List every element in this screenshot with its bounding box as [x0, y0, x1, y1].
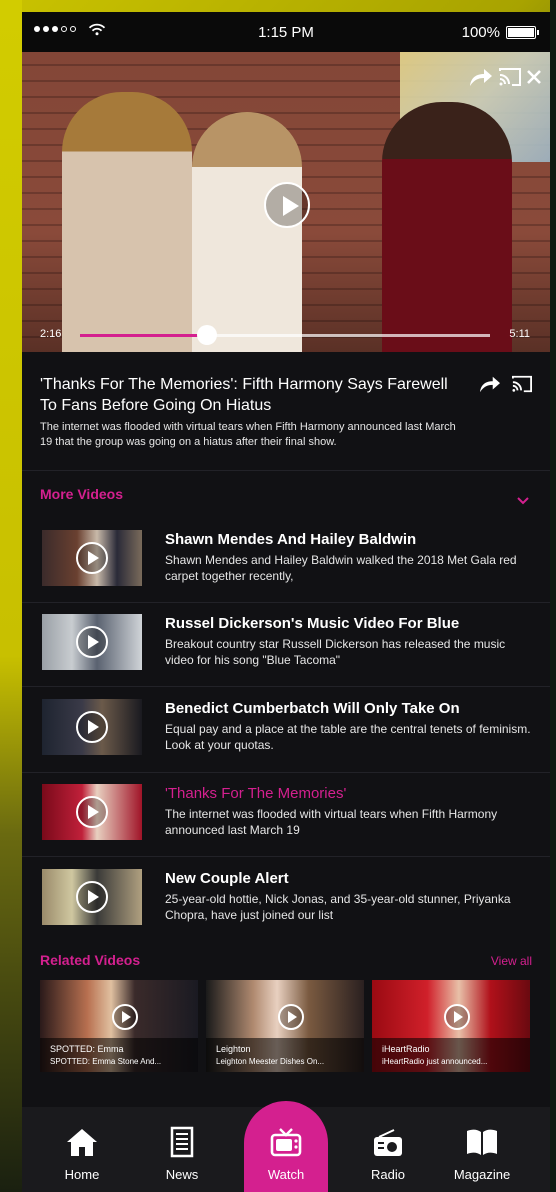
book-icon [467, 1129, 497, 1155]
more-video-description: The internet was flooded with virtual te… [165, 807, 498, 837]
video-thumbnail [42, 614, 142, 670]
more-video-description: 25-year-old hottie, Nick Jonas, and 35-y… [165, 892, 511, 922]
tab-radio[interactable]: Radio [348, 1107, 428, 1192]
tab-bar: Home News Watch Radio Magazine [22, 1101, 550, 1192]
article-cast-icon[interactable] [510, 374, 534, 394]
video-share-button[interactable] [468, 66, 494, 88]
article-description: The internet was flooded with virtual te… [40, 421, 456, 448]
related-video-card[interactable]: iHeartRadio iHeartRadio just announced..… [372, 980, 530, 1072]
divider [22, 470, 550, 471]
related-title: iHeartRadio [382, 1044, 430, 1054]
radio-icon [374, 1129, 402, 1156]
play-icon [278, 1004, 304, 1030]
more-video-item[interactable]: Russel Dickerson's Music Video For Blue … [22, 604, 550, 688]
video-player[interactable]: 2:16 5:11 [22, 52, 550, 352]
more-videos-heading: More Videos [40, 486, 123, 502]
more-video-description: Equal pay and a place at the table are t… [165, 722, 531, 752]
video-progress-bar[interactable] [80, 325, 490, 345]
background-right-strip [550, 0, 556, 1192]
video-progress-fill [80, 334, 208, 337]
more-video-title: Russel Dickerson's Music Video For Blue [165, 615, 460, 632]
video-thumbnail [42, 784, 142, 840]
article-title: 'Thanks For The Memories': Fifth Harmony… [40, 376, 448, 414]
play-icon [76, 626, 108, 658]
more-video-title-active: 'Thanks For The Memories' [165, 785, 347, 802]
status-bar: 1:15 PM 100% [22, 12, 550, 52]
more-video-title: Shawn Mendes And Hailey Baldwin [165, 531, 417, 548]
more-video-description: Shawn Mendes and Hailey Baldwin walked t… [165, 553, 517, 583]
play-icon [112, 1004, 138, 1030]
divider [22, 772, 550, 773]
play-icon [76, 542, 108, 574]
play-icon [76, 881, 108, 913]
tab-label: Watch [267, 1167, 305, 1182]
play-icon [76, 796, 108, 828]
video-close-button[interactable] [524, 66, 544, 88]
related-videos-heading: Related Videos [40, 952, 141, 968]
chevron-down-icon[interactable] [516, 494, 530, 508]
related-video-card[interactable]: SPOTTED: Emma SPOTTED: Emma Stone And... [40, 980, 198, 1072]
battery-percent: 100% [461, 24, 500, 41]
close-icon [527, 70, 541, 84]
video-cast-button[interactable] [498, 66, 522, 88]
tab-label: Magazine [453, 1167, 511, 1182]
video-current-time: 2:16 [40, 328, 62, 340]
video-person [382, 102, 512, 352]
related-subtitle: SPOTTED: Emma Stone And... [50, 1057, 162, 1066]
more-video-item[interactable]: 'Thanks For The Memories' The internet w… [22, 774, 550, 858]
related-subtitle: iHeartRadio just announced... [382, 1057, 488, 1066]
tab-home[interactable]: Home [42, 1107, 122, 1192]
video-total-time: 5:11 [509, 328, 530, 340]
play-icon [76, 711, 108, 743]
related-title: SPOTTED: Emma [50, 1044, 124, 1054]
tv-icon [270, 1128, 302, 1157]
video-play-button[interactable] [264, 182, 310, 228]
background-left-strip [0, 0, 22, 1192]
video-thumbnail [42, 699, 142, 755]
share-icon [470, 69, 492, 86]
article-share-icon[interactable] [478, 374, 502, 394]
view-all-link[interactable]: View all [491, 954, 532, 968]
play-icon [444, 1004, 470, 1030]
divider [22, 856, 550, 857]
more-video-title: New Couple Alert [165, 870, 289, 887]
tab-label: Radio [371, 1167, 405, 1182]
more-video-item[interactable]: Shawn Mendes And Hailey Baldwin Shawn Me… [22, 520, 550, 604]
video-thumbnail [42, 869, 142, 925]
video-thumbnail [42, 530, 142, 586]
video-person [192, 112, 302, 352]
home-icon [67, 1129, 97, 1156]
more-video-title: Benedict Cumberbatch Will Only Take On [165, 700, 460, 717]
related-subtitle: Leighton Meester Dishes On... [216, 1057, 325, 1066]
tab-label: News [165, 1167, 199, 1182]
battery-icon [506, 26, 539, 39]
divider [22, 686, 550, 687]
more-video-description: Breakout country star Russell Dickerson … [165, 637, 506, 667]
related-title: Leighton [216, 1044, 251, 1054]
tab-news[interactable]: News [142, 1107, 222, 1192]
tab-label: Home [64, 1167, 100, 1182]
related-video-card[interactable]: Leighton Leighton Meester Dishes On... [206, 980, 364, 1072]
phone-screen: 1:15 PM 100% 2:16 5:11 'Thanks For The M… [22, 12, 550, 1192]
video-person [62, 92, 192, 352]
cast-icon [499, 68, 521, 86]
more-video-item[interactable]: Benedict Cumberbatch Will Only Take On E… [22, 689, 550, 773]
video-progress-knob[interactable] [197, 325, 218, 345]
newspaper-icon [170, 1126, 194, 1158]
tab-magazine[interactable]: Magazine [442, 1107, 522, 1192]
divider [22, 602, 550, 603]
related-videos-carousel[interactable]: SPOTTED: Emma SPOTTED: Emma Stone And...… [40, 980, 540, 1072]
more-video-item[interactable]: New Couple Alert 25-year-old hottie, Nic… [22, 859, 550, 943]
tab-watch[interactable]: Watch [246, 1107, 326, 1192]
